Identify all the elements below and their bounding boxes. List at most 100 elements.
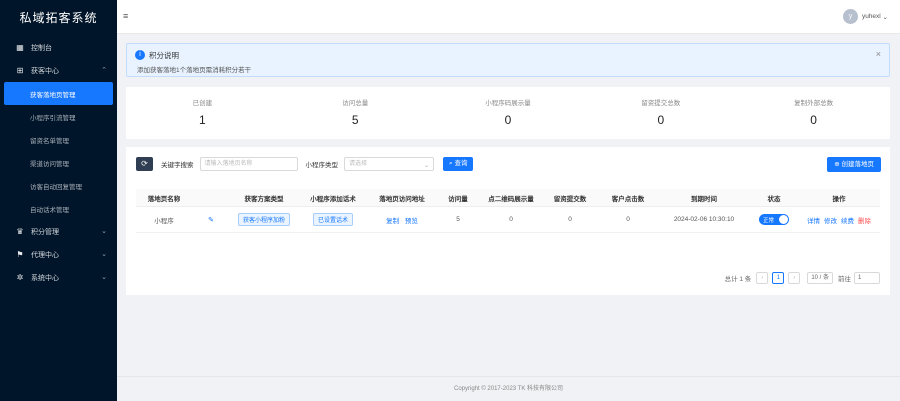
keyword-input[interactable]: 请输入落地页名称	[199, 157, 298, 171]
pagination: 总计 1 条 ‹ 1 › 10 / 条 前往 1	[725, 272, 880, 284]
stat-label: 复制外部总数	[794, 100, 834, 107]
alert-title: 积分说明	[149, 51, 179, 60]
cell-qr-views: 0	[509, 216, 513, 223]
page-size-select[interactable]: 10 / 条	[807, 272, 833, 284]
toggle-knob	[779, 215, 788, 224]
type-select[interactable]: 请选择 ⌄	[344, 157, 434, 171]
alert-description: 添加获客落地1个落地页需消耗积分若干	[137, 67, 252, 74]
script-tag[interactable]: 已设置话术	[312, 213, 353, 226]
top-header: ≡ y yuhexl ⌄	[117, 0, 900, 34]
landing-page-panel: ⟳ 关键字搜索 请输入落地页名称 小程序类型 请选择 ⌄ ⌕ 查询 ⊕ 创建落地…	[126, 147, 890, 295]
col-script: 小程序添加话术	[310, 195, 356, 203]
col-expire: 到期时间	[691, 195, 717, 203]
chevron-down-icon: ⌄	[101, 228, 107, 235]
cell-expire: 2024-02-06 10:30:10	[673, 216, 735, 223]
detail-link[interactable]: 详情	[807, 218, 820, 225]
col-url: 落地页访问地址	[379, 195, 425, 203]
col-qr-views: 点二维码展示量	[488, 195, 534, 203]
stat-external: 复制外部总数 0	[737, 87, 890, 139]
sidebar-subitem-auto-reply[interactable]: 访客自动回复管理	[0, 174, 117, 197]
preview-link[interactable]: 预览	[405, 218, 418, 225]
sidebar-item-agent[interactable]: ⚑ 代理中心 ⌄	[0, 243, 117, 266]
modify-link[interactable]: 修改	[824, 218, 837, 225]
table-header: 落地页名称 获客方案类型 小程序添加话术 落地页访问地址 访问量 点二维码展示量…	[136, 189, 880, 207]
create-landing-page-button[interactable]: ⊕ 创建落地页	[827, 157, 881, 172]
sidebar-item-label: 积分管理	[31, 228, 59, 236]
search-button[interactable]: ⌕ 查询	[443, 157, 474, 171]
refresh-button[interactable]: ⟳	[136, 157, 153, 171]
col-leads: 留资提交数	[553, 195, 587, 203]
stat-value: 0	[657, 113, 665, 127]
sidebar-item-dashboard[interactable]: ▦ 控制台	[0, 36, 117, 59]
chevron-down-icon: ⌄	[880, 13, 888, 21]
sidebar-subitem-channels[interactable]: 渠道访问管理	[0, 151, 117, 174]
landing-page-table: 落地页名称 获客方案类型 小程序添加话术 落地页访问地址 访问量 点二维码展示量…	[136, 189, 880, 233]
scheme-type-tag: 获客小程序加粉	[237, 213, 290, 226]
search-button-label: 查询	[454, 160, 468, 167]
user-menu[interactable]: y yuhexl ⌄	[842, 9, 888, 24]
stat-value: 1	[199, 113, 206, 127]
points-alert: i 积分说明 添加获客落地1个落地页需消耗积分若干 ×	[126, 43, 890, 77]
col-actions: 操作	[832, 195, 846, 203]
jump-label: 前往	[838, 276, 851, 283]
chevron-down-icon: ⌄	[101, 274, 107, 281]
sidebar-item-system[interactable]: ✲ 系统中心 ⌄	[0, 266, 117, 289]
sidebar-item-label: 获客中心	[31, 67, 59, 75]
prev-page-button[interactable]: ‹	[756, 272, 769, 284]
page-button-1[interactable]: 1	[772, 272, 785, 284]
cell-clicks: 0	[626, 216, 630, 223]
points-icon: ♛	[16, 226, 24, 236]
agent-icon: ⚑	[16, 249, 24, 259]
create-button-label: 创建落地页	[841, 161, 875, 168]
next-page-button[interactable]: ›	[788, 272, 801, 284]
stat-label: 访问总量	[342, 100, 369, 107]
sidebar-item-points[interactable]: ♛ 积分管理 ⌄	[0, 220, 117, 243]
cell-script: 已设置话术	[298, 213, 368, 226]
chevron-down-icon: ⌄	[101, 251, 107, 258]
pagination-total: 总计 1 条	[724, 276, 752, 283]
sidebar-subitem-miniprogram[interactable]: 小程序引流管理	[0, 105, 117, 128]
sidebar-subitem-leads[interactable]: 留资名单管理	[0, 128, 117, 151]
col-name: 落地页名称	[147, 195, 181, 203]
app-logo: 私域拓客系统	[19, 11, 98, 25]
stat-visits: 访问总量 5	[279, 87, 432, 139]
copy-link[interactable]: 复制	[386, 218, 399, 225]
stat-leads: 留资提交总数 0	[584, 87, 737, 139]
user-name: yuhexl	[861, 13, 881, 20]
stats-card: 已创建 1 访问总量 5 小程序码展示量 0 留资提交总数 0 复制外部总数 0	[126, 87, 890, 139]
sidebar-item-acquisition[interactable]: ⊞ 获客中心 ⌃	[0, 59, 117, 82]
close-icon[interactable]: ×	[876, 49, 881, 59]
stat-label: 已创建	[192, 100, 213, 107]
edit-icon[interactable]: ✎	[208, 217, 214, 224]
status-toggle[interactable]: 正常	[759, 214, 789, 225]
menu-toggle-icon[interactable]: ≡	[123, 11, 128, 21]
jump-input[interactable]: 1	[854, 272, 880, 284]
stat-qr-views: 小程序码展示量 0	[432, 87, 585, 139]
col-scheme-type: 获客方案类型	[244, 195, 284, 203]
avatar: y	[842, 9, 858, 24]
stat-value: 5	[351, 113, 359, 127]
sidebar-item-label: 控制台	[31, 44, 52, 52]
sidebar-subitem-landing-pages[interactable]: 获客落地页管理	[4, 82, 113, 105]
cell-url: 复制 预览	[368, 215, 436, 225]
col-clicks: 客户点击数	[611, 195, 645, 203]
plus-circle-icon: ⊕	[834, 161, 842, 168]
cell-visits: 5	[456, 216, 460, 223]
delete-link[interactable]: 删除	[858, 218, 871, 225]
dashboard-icon: ▦	[16, 42, 24, 52]
filter-toolbar: ⟳ 关键字搜索 请输入落地页名称 小程序类型 请选择 ⌄ ⌕ 查询	[136, 157, 474, 171]
chevron-down-icon: ⌄	[423, 163, 429, 169]
sidebar-subitem-scripts[interactable]: 自动话术管理	[0, 197, 117, 220]
sidebar: 私域拓客系统 ▦ 控制台 ⊞ 获客中心 ⌃ 获客落地页管理 小程序引流管理 留资…	[0, 0, 117, 401]
cell-status: 正常	[750, 214, 798, 225]
col-status: 状态	[767, 195, 781, 203]
renew-link[interactable]: 续费	[841, 218, 854, 225]
cell-scheme-type: 获客小程序加粉	[230, 213, 298, 226]
stat-value: 0	[810, 113, 817, 127]
info-icon: i	[135, 50, 145, 60]
stat-created: 已创建 1	[126, 87, 279, 139]
col-visits: 访问量	[448, 195, 468, 203]
stat-label: 小程序码展示量	[485, 100, 531, 107]
acquisition-icon: ⊞	[16, 65, 24, 75]
stat-label: 留资提交总数	[641, 100, 681, 107]
